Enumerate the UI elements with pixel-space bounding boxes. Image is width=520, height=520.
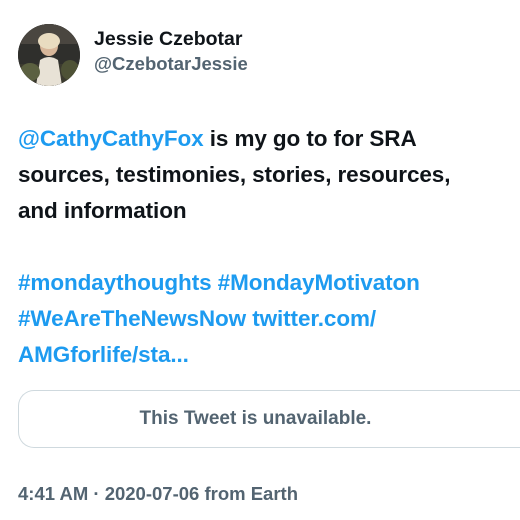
hashtag-mondaythoughts[interactable]: #mondaythoughts — [18, 270, 212, 295]
tweet-timestamp[interactable]: 4:41 AM · 2020-07-06 from Earth — [18, 483, 298, 505]
tweet-header: Jessie Czebotar @CzebotarJessie — [18, 24, 248, 86]
tweet-line-7: AMGforlife/sta... — [18, 337, 518, 373]
tweet-line-2: sources, testimonies, stories, resources… — [18, 162, 451, 187]
user-info: Jessie Czebotar @CzebotarJessie — [94, 26, 248, 76]
hashtag-mondaymotivaton[interactable]: #MondayMotivaton — [218, 270, 420, 295]
avatar-photo — [18, 24, 80, 86]
avatar[interactable] — [18, 24, 80, 86]
tweet: Jessie Czebotar @CzebotarJessie @CathyCa… — [0, 0, 520, 520]
url-link-part-1[interactable]: twitter.com/ — [252, 306, 376, 331]
quoted-tweet-card[interactable]: This Tweet is unavailable. — [18, 390, 520, 448]
user-handle[interactable]: @CzebotarJessie — [94, 52, 248, 76]
url-link-part-2[interactable]: AMGforlife/sta... — [18, 342, 189, 367]
hashtag-wearethenewsnow[interactable]: #WeAreTheNewsNow — [18, 306, 246, 331]
tweet-line-1: @CathyCathyFox is my go to for SRA — [18, 121, 518, 157]
tweet-text-segment: is my go to for SRA — [203, 126, 417, 151]
tweet-text: @CathyCathyFox is my go to for SRA sourc… — [18, 121, 518, 373]
mention-link[interactable]: @CathyCathyFox — [18, 126, 204, 151]
tweet-line-3: and information — [18, 198, 187, 223]
quoted-tweet-unavailable-text: This Tweet is unavailable. — [139, 408, 372, 429]
tweet-line-6: #WeAreTheNewsNow twitter.com/ — [18, 301, 518, 337]
display-name[interactable]: Jessie Czebotar — [94, 26, 248, 52]
tweet-line-5: #mondaythoughts #MondayMotivaton — [18, 265, 518, 301]
